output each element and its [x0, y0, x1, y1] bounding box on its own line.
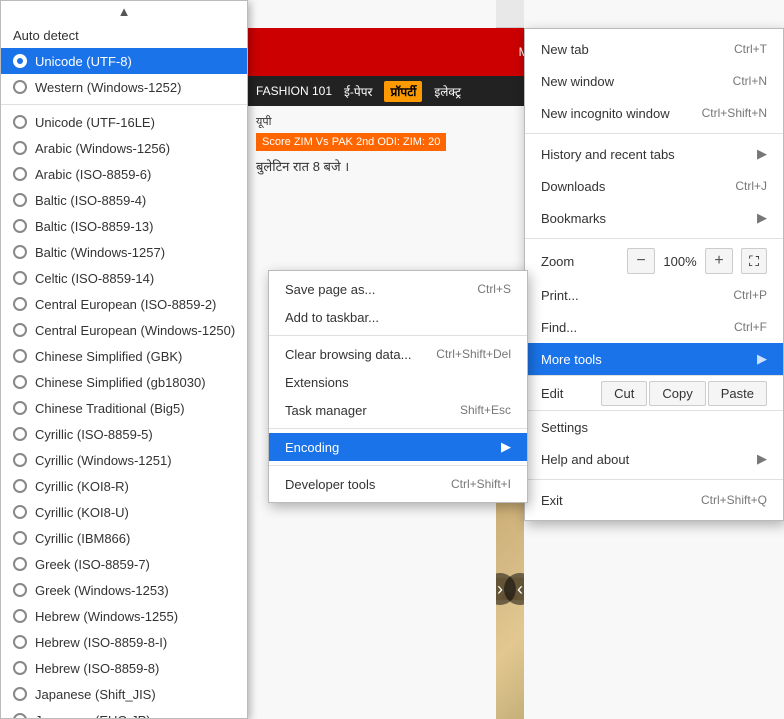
encoding-celtic[interactable]: Celtic (ISO-8859-14): [1, 265, 247, 291]
chrome-new-tab[interactable]: New tab Ctrl+T: [525, 33, 783, 65]
encoding-cyrillic-iso[interactable]: Cyrillic (ISO-8859-5): [1, 421, 247, 447]
chrome-settings[interactable]: Settings: [525, 411, 783, 443]
encoding-hebrew-iso[interactable]: Hebrew (ISO-8859-8): [1, 655, 247, 681]
context-divider-3: [269, 465, 527, 466]
nav-epaper[interactable]: ई-पेपर: [344, 83, 372, 100]
encoding-menu: ▲ Auto detect Unicode (UTF-8) Western (W…: [0, 0, 248, 719]
encoding-windows-1252[interactable]: Western (Windows-1252): [1, 74, 247, 100]
encoding-arabic-iso[interactable]: Arabic (ISO-8859-6): [1, 161, 247, 187]
chrome-more-tools[interactable]: More tools ▶: [525, 343, 783, 375]
zoom-fullscreen-button[interactable]: ⛶: [741, 248, 767, 274]
chrome-new-incognito[interactable]: New incognito window Ctrl+Shift+N: [525, 97, 783, 129]
context-menu: Save page as... Ctrl+S Add to taskbar...…: [268, 270, 528, 503]
zoom-plus-button[interactable]: +: [705, 248, 733, 274]
nav-fashion[interactable]: FASHION 101: [256, 84, 332, 98]
chrome-print[interactable]: Print... Ctrl+P: [525, 279, 783, 311]
encoding-cyrillic-koi8u[interactable]: Cyrillic (KOI8-U): [1, 499, 247, 525]
zoom-row: Zoom − 100% + ⛶: [525, 243, 783, 279]
chrome-history-arrow: ▶: [757, 146, 767, 162]
auto-detect-label: Auto detect: [13, 28, 79, 43]
encoding-scroll-up[interactable]: ▲: [1, 1, 247, 22]
encoding-cyrillic-koi8r[interactable]: Cyrillic (KOI8-R): [1, 473, 247, 499]
score-bar: Score ZIM Vs PAK 2nd ODI: ZIM: 20: [256, 133, 446, 151]
encoding-hebrew-iso-i[interactable]: Hebrew (ISO-8859-8-I): [1, 629, 247, 655]
context-developer-tools[interactable]: Developer tools Ctrl+Shift+I: [269, 470, 527, 498]
encoding-utf8[interactable]: Unicode (UTF-8): [1, 48, 247, 74]
encoding-japanese-shift[interactable]: Japanese (Shift_JIS): [1, 681, 247, 707]
context-encoding[interactable]: Encoding ▶: [269, 433, 527, 461]
encoding-japanese-euc[interactable]: Japanese (EUC-JP): [1, 707, 247, 719]
encoding-greek-win1253[interactable]: Greek (Windows-1253): [1, 577, 247, 603]
encoding-hebrew-win1255[interactable]: Hebrew (Windows-1255): [1, 603, 247, 629]
nav-electr[interactable]: इलेक्ट्र: [434, 83, 461, 100]
chrome-divider-2: [525, 238, 783, 239]
encoding-central-eu-win[interactable]: Central European (Windows-1250): [1, 317, 247, 343]
encoding-arabic-1256[interactable]: Arabic (Windows-1256): [1, 135, 247, 161]
encoding-baltic-iso13[interactable]: Baltic (ISO-8859-13): [1, 213, 247, 239]
context-divider-2: [269, 428, 527, 429]
encoding-auto-detect[interactable]: Auto detect: [1, 22, 247, 48]
encoding-chinese-big5[interactable]: Chinese Traditional (Big5): [1, 395, 247, 421]
chrome-help[interactable]: Help and about ▶: [525, 443, 783, 475]
encoding-greek-iso[interactable]: Greek (ISO-8859-7): [1, 551, 247, 577]
chrome-divider-1: [525, 133, 783, 134]
encoding-chinese-gb18030[interactable]: Chinese Simplified (gb18030): [1, 369, 247, 395]
nav-property[interactable]: प्रॉपर्टी: [384, 81, 422, 102]
chrome-divider-3: [525, 479, 783, 480]
chrome-find[interactable]: Find... Ctrl+F: [525, 311, 783, 343]
utf8-label: Unicode (UTF-8): [35, 54, 132, 69]
utf16le-radio: [13, 115, 27, 129]
chrome-more-tools-arrow: ▶: [757, 351, 767, 367]
encoding-chinese-gbk[interactable]: Chinese Simplified (GBK): [1, 343, 247, 369]
chrome-help-arrow: ▶: [757, 451, 767, 467]
encoding-divider-1: [1, 104, 247, 105]
context-add-taskbar[interactable]: Add to taskbar...: [269, 303, 527, 331]
context-save-page[interactable]: Save page as... Ctrl+S: [269, 275, 527, 303]
paste-button[interactable]: Paste: [708, 381, 767, 406]
copy-button[interactable]: Copy: [649, 381, 705, 406]
encoding-central-eu-iso[interactable]: Central European (ISO-8859-2): [1, 291, 247, 317]
zoom-minus-button[interactable]: −: [627, 248, 655, 274]
context-divider-1: [269, 335, 527, 336]
edit-row: Edit Cut Copy Paste: [525, 375, 783, 411]
encoding-utf16le[interactable]: Unicode (UTF-16LE): [1, 109, 247, 135]
context-clear-browsing[interactable]: Clear browsing data... Ctrl+Shift+Del: [269, 340, 527, 368]
encoding-baltic-win1257[interactable]: Baltic (Windows-1257): [1, 239, 247, 265]
windows1252-label: Western (Windows-1252): [35, 80, 181, 95]
chrome-bookmarks[interactable]: Bookmarks ▶: [525, 202, 783, 234]
chrome-menu: New tab Ctrl+T New window Ctrl+N New inc…: [524, 28, 784, 521]
utf8-radio: [13, 54, 27, 68]
chrome-bookmarks-arrow: ▶: [757, 210, 767, 226]
encoding-baltic-iso4[interactable]: Baltic (ISO-8859-4): [1, 187, 247, 213]
cut-button[interactable]: Cut: [601, 381, 647, 406]
encoding-cyrillic-ibm866[interactable]: Cyrillic (IBM866): [1, 525, 247, 551]
chrome-exit[interactable]: Exit Ctrl+Shift+Q: [525, 484, 783, 516]
chrome-new-window[interactable]: New window Ctrl+N: [525, 65, 783, 97]
browser-toolbar: [496, 0, 524, 28]
context-extensions[interactable]: Extensions: [269, 368, 527, 396]
context-task-manager[interactable]: Task manager Shift+Esc: [269, 396, 527, 424]
chrome-history[interactable]: History and recent tabs ▶: [525, 138, 783, 170]
zoom-controls: − 100% + ⛶: [627, 248, 767, 274]
context-encoding-arrow: ▶: [501, 439, 511, 455]
chrome-downloads[interactable]: Downloads Ctrl+J: [525, 170, 783, 202]
zoom-value-label: 100%: [659, 254, 701, 269]
encoding-cyrillic-win1251[interactable]: Cyrillic (Windows-1251): [1, 447, 247, 473]
windows1252-radio: [13, 80, 27, 94]
